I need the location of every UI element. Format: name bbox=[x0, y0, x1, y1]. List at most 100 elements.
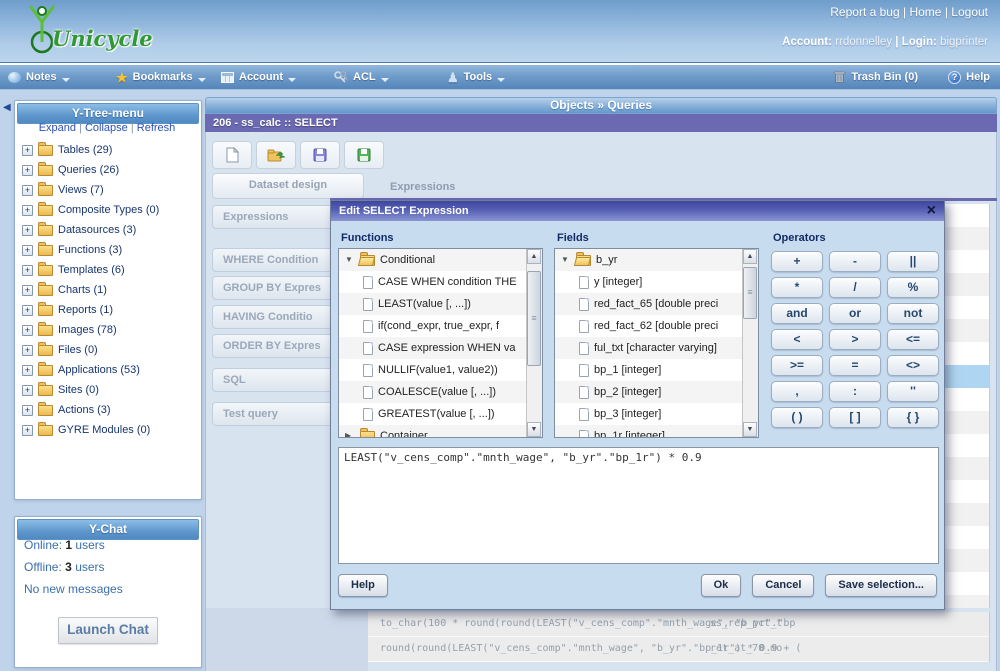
function-item-row[interactable]: GREATEST(value [, ...]) bbox=[339, 403, 527, 425]
save-as-query-button[interactable] bbox=[344, 141, 384, 169]
operator-minus-button[interactable]: - bbox=[829, 251, 881, 272]
open-query-button[interactable] bbox=[256, 141, 296, 169]
tree-item-functions[interactable]: Functions (3) bbox=[22, 240, 194, 260]
tree-item-tables[interactable]: Tables (29) bbox=[22, 140, 194, 160]
ok-button[interactable]: Ok bbox=[701, 574, 742, 597]
scroll-up-icon[interactable] bbox=[527, 249, 541, 264]
menu-notes[interactable]: Notes bbox=[8, 69, 70, 85]
field-item-row[interactable]: red_fact_62 [double preci bbox=[555, 315, 743, 337]
collapse-triangle-icon[interactable] bbox=[561, 255, 571, 265]
tree-item-charts[interactable]: Charts (1) bbox=[22, 280, 194, 300]
tree-item-applications[interactable]: Applications (53) bbox=[22, 360, 194, 380]
collapse-link[interactable]: Collapse bbox=[85, 122, 128, 134]
operator-lt-button[interactable]: < bbox=[771, 329, 823, 350]
tree-item-gyre-modules[interactable]: GYRE Modules (0) bbox=[22, 420, 194, 440]
function-folder-row[interactable]: Conditional bbox=[339, 249, 527, 271]
function-folder-row[interactable]: Container bbox=[339, 425, 527, 437]
expression-input[interactable]: LEAST("v_cens_comp"."mnth_wage", "b_yr".… bbox=[338, 447, 939, 564]
home-link[interactable]: Home bbox=[909, 5, 941, 19]
operator-not-button[interactable]: not bbox=[887, 303, 939, 324]
tree-item-datasources[interactable]: Datasources (3) bbox=[22, 220, 194, 240]
tree-item-composite-types[interactable]: Composite Types (0) bbox=[22, 200, 194, 220]
expand-icon[interactable] bbox=[22, 145, 33, 156]
table-row[interactable]: to_char(100 * round(round(LEAST("v_cens_… bbox=[368, 612, 989, 637]
tree-item-images[interactable]: Images (78) bbox=[22, 320, 194, 340]
tree-item-sites[interactable]: Sites (0) bbox=[22, 380, 194, 400]
cancel-button[interactable]: Cancel bbox=[752, 574, 814, 597]
tree-item-reports[interactable]: Reports (1) bbox=[22, 300, 194, 320]
field-item-row[interactable]: ful_txt [character varying] bbox=[555, 337, 743, 359]
close-icon[interactable]: × bbox=[927, 201, 936, 221]
operator-and-button[interactable]: and bbox=[771, 303, 823, 324]
field-folder-row[interactable]: b_yr bbox=[555, 249, 743, 271]
expand-icon[interactable] bbox=[22, 265, 33, 276]
new-query-button[interactable] bbox=[212, 141, 252, 169]
collapse-triangle-icon[interactable] bbox=[345, 255, 355, 265]
expand-icon[interactable] bbox=[22, 325, 33, 336]
scroll-down-icon[interactable] bbox=[527, 422, 541, 437]
tree-item-files[interactable]: Files (0) bbox=[22, 340, 194, 360]
sidebar-collapse-icon[interactable] bbox=[3, 102, 11, 113]
expand-icon[interactable] bbox=[22, 205, 33, 216]
operator-gt-button[interactable]: > bbox=[829, 329, 881, 350]
operator-concat-button[interactable]: || bbox=[887, 251, 939, 272]
expand-icon[interactable] bbox=[22, 185, 33, 196]
expand-link[interactable]: Expand bbox=[39, 122, 76, 134]
tree-item-actions[interactable]: Actions (3) bbox=[22, 400, 194, 420]
operator-brackets-button[interactable]: [ ] bbox=[829, 407, 881, 428]
launch-chat-button[interactable]: Launch Chat bbox=[58, 617, 158, 644]
expand-icon[interactable] bbox=[22, 365, 33, 376]
menu-bookmarks[interactable]: Bookmarks bbox=[116, 69, 206, 85]
scrollbar-thumb[interactable] bbox=[527, 271, 541, 366]
menu-acl[interactable]: ACL bbox=[334, 69, 389, 85]
expand-icon[interactable] bbox=[22, 385, 33, 396]
operator-modulo-button[interactable]: % bbox=[887, 277, 939, 298]
expand-icon[interactable] bbox=[22, 345, 33, 356]
menu-help[interactable]: Help bbox=[948, 69, 990, 85]
operator-eq-button[interactable]: = bbox=[829, 355, 881, 376]
expand-icon[interactable] bbox=[22, 225, 33, 236]
report-bug-link[interactable]: Report a bug bbox=[830, 5, 899, 19]
operator-parens-button[interactable]: ( ) bbox=[771, 407, 823, 428]
operator-lte-button[interactable]: <= bbox=[887, 329, 939, 350]
refresh-link[interactable]: Refresh bbox=[137, 122, 176, 134]
menu-trash-bin[interactable]: Trash Bin (0) bbox=[833, 69, 918, 85]
operator-plus-button[interactable]: + bbox=[771, 251, 823, 272]
scrollbar-thumb[interactable] bbox=[743, 267, 757, 319]
function-item-row[interactable]: NULLIF(value1, value2)) bbox=[339, 359, 527, 381]
function-item-row[interactable]: if(cond_expr, true_expr, f bbox=[339, 315, 527, 337]
tab-expressions[interactable]: Expressions bbox=[390, 181, 455, 193]
field-item-row[interactable]: bp_3 [integer] bbox=[555, 403, 743, 425]
help-button[interactable]: Help bbox=[338, 574, 388, 597]
expand-icon[interactable] bbox=[22, 165, 33, 176]
operator-quotes-button[interactable]: '' bbox=[887, 381, 939, 402]
operator-neq-button[interactable]: <> bbox=[887, 355, 939, 376]
operator-multiply-button[interactable]: * bbox=[771, 277, 823, 298]
field-item-row[interactable]: bp_1r [integer] bbox=[555, 425, 743, 437]
expand-triangle-icon[interactable] bbox=[345, 431, 355, 437]
save-selection-button[interactable]: Save selection... bbox=[825, 574, 937, 597]
tree-item-views[interactable]: Views (7) bbox=[22, 180, 194, 200]
operator-colon-button[interactable]: : bbox=[829, 381, 881, 402]
field-item-row[interactable]: y [integer] bbox=[555, 271, 743, 293]
logout-link[interactable]: Logout bbox=[951, 5, 988, 19]
operator-braces-button[interactable]: { } bbox=[887, 407, 939, 428]
expand-icon[interactable] bbox=[22, 405, 33, 416]
table-row[interactable]: round(round(LEAST("v_cens_comp"."mnth_wa… bbox=[368, 637, 989, 662]
field-item-row[interactable]: bp_2 [integer] bbox=[555, 381, 743, 403]
tree-item-templates[interactable]: Templates (6) bbox=[22, 260, 194, 280]
operator-or-button[interactable]: or bbox=[829, 303, 881, 324]
scroll-up-icon[interactable] bbox=[743, 249, 757, 264]
expand-icon[interactable] bbox=[22, 245, 33, 256]
tree-item-queries[interactable]: Queries (26) bbox=[22, 160, 194, 180]
function-item-row[interactable]: CASE expression WHEN va bbox=[339, 337, 527, 359]
scroll-down-icon[interactable] bbox=[743, 422, 757, 437]
expand-icon[interactable] bbox=[22, 425, 33, 436]
operator-gte-button[interactable]: >= bbox=[771, 355, 823, 376]
function-item-row[interactable]: LEAST(value [, ...]) bbox=[339, 293, 527, 315]
expand-icon[interactable] bbox=[22, 305, 33, 316]
menu-tools[interactable]: Tools bbox=[447, 69, 505, 85]
function-item-row[interactable]: CASE WHEN condition THE bbox=[339, 271, 527, 293]
tab-dataset-design[interactable]: Dataset design bbox=[212, 173, 364, 199]
function-item-row[interactable]: COALESCE(value [, ...]) bbox=[339, 381, 527, 403]
